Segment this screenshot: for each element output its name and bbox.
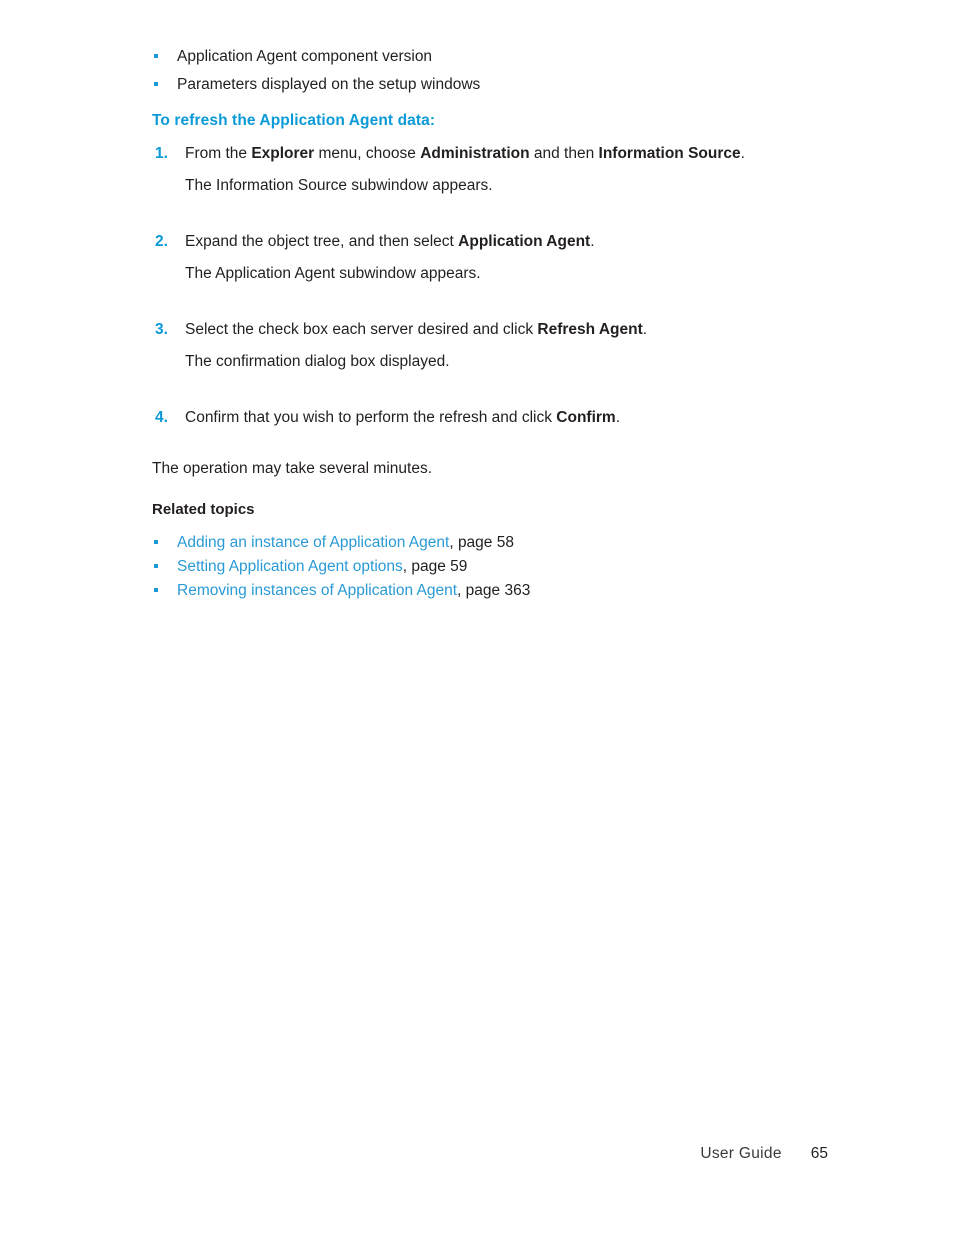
list-item: Removing instances of Application Agent,… bbox=[152, 579, 832, 602]
step-text-emphasis: Information Source bbox=[598, 145, 741, 162]
related-topics-heading: Related topics bbox=[152, 501, 255, 518]
list-item: Setting Application Agent options, page … bbox=[152, 555, 832, 578]
step-text: Select the check box each server desired… bbox=[185, 318, 832, 342]
step-spacer bbox=[152, 198, 832, 230]
step-text-emphasis: Explorer bbox=[251, 145, 315, 162]
step-text-emphasis: Confirm bbox=[556, 409, 616, 426]
list-item-label: Parameters displayed on the setup window… bbox=[177, 76, 481, 93]
procedure-step-list: 1. From the Explorer menu, choose Adminis… bbox=[152, 142, 832, 430]
step-text-emphasis: Refresh Agent bbox=[537, 321, 643, 338]
procedure-step: 1. From the Explorer menu, choose Adminis… bbox=[152, 142, 832, 198]
step-text-run: From the bbox=[185, 145, 252, 162]
procedure-step: 4. Confirm that you wish to perform the r… bbox=[152, 406, 832, 430]
step-spacer bbox=[152, 374, 832, 406]
step-number: 3. bbox=[155, 321, 168, 338]
bullet-icon bbox=[154, 564, 158, 568]
bullet-icon bbox=[154, 54, 158, 58]
step-result-text: The Information Source subwindow appears… bbox=[185, 177, 493, 194]
step-number: 4. bbox=[155, 409, 168, 426]
page-content: Application Agent component version Param… bbox=[152, 45, 832, 603]
list-item: Adding an instance of Application Agent,… bbox=[152, 531, 832, 554]
list-item-label: Application Agent component version bbox=[177, 48, 433, 65]
intro-bullet-list: Application Agent component version Param… bbox=[152, 45, 832, 97]
step-result-text: The confirmation dialog box displayed. bbox=[185, 353, 450, 370]
related-topics-list: Adding an instance of Application Agent,… bbox=[152, 531, 832, 602]
step-text-run: Select the check box each server desired… bbox=[185, 321, 538, 338]
cross-reference-link[interactable]: Adding an instance of Application Agent bbox=[177, 534, 449, 551]
step-text-run: . bbox=[615, 409, 621, 426]
step-text: From the Explorer menu, choose Administr… bbox=[185, 142, 832, 166]
step-text-run: . bbox=[590, 233, 595, 250]
cross-reference-link[interactable]: Removing instances of Application Agent bbox=[177, 582, 457, 599]
trailing-note: The operation may take several minutes. bbox=[152, 460, 432, 477]
cross-reference-page: , page 363 bbox=[457, 582, 531, 599]
step-text: Expand the object tree, and then select … bbox=[185, 230, 832, 254]
cross-reference-page: , page 59 bbox=[402, 558, 468, 575]
step-text-run: . bbox=[642, 321, 648, 338]
bullet-icon bbox=[154, 82, 158, 86]
step-text-emphasis: Application Agent bbox=[458, 233, 591, 250]
footer-page-number: 65 bbox=[810, 1145, 828, 1162]
footer-guide-label: User Guide bbox=[700, 1145, 782, 1162]
cross-reference-page: , page 58 bbox=[449, 534, 514, 551]
step-text-run: . bbox=[740, 145, 745, 162]
step-text-run: Confirm that you wish to perform the ref… bbox=[185, 409, 557, 426]
list-item: Application Agent component version bbox=[152, 45, 832, 69]
cross-reference-link[interactable]: Setting Application Agent options bbox=[177, 558, 403, 575]
step-text-emphasis: Administration bbox=[420, 145, 530, 162]
step-number: 1. bbox=[155, 145, 168, 162]
procedure-step: 3. Select the check box each server desir… bbox=[152, 318, 832, 374]
step-text-run: menu, choose bbox=[314, 145, 421, 162]
page-footer: User Guide 65 bbox=[0, 1143, 954, 1167]
procedure-step: 2. Expand the object tree, and then selec… bbox=[152, 230, 832, 286]
document-page: Application Agent component version Param… bbox=[0, 0, 954, 1235]
section-heading: To refresh the Application Agent data: bbox=[152, 112, 436, 129]
footer-inner: User Guide 65 bbox=[700, 1143, 828, 1165]
bullet-icon bbox=[154, 540, 158, 544]
bullet-icon bbox=[154, 588, 158, 592]
step-result-text: The Application Agent subwindow appears. bbox=[185, 265, 481, 282]
list-item: Parameters displayed on the setup window… bbox=[152, 73, 832, 97]
step-text: Confirm that you wish to perform the ref… bbox=[185, 406, 832, 430]
step-text-run: and then bbox=[529, 145, 599, 162]
step-spacer bbox=[152, 286, 832, 318]
step-number: 2. bbox=[155, 233, 168, 250]
step-text-run: Expand the object tree, and then select bbox=[185, 233, 459, 250]
